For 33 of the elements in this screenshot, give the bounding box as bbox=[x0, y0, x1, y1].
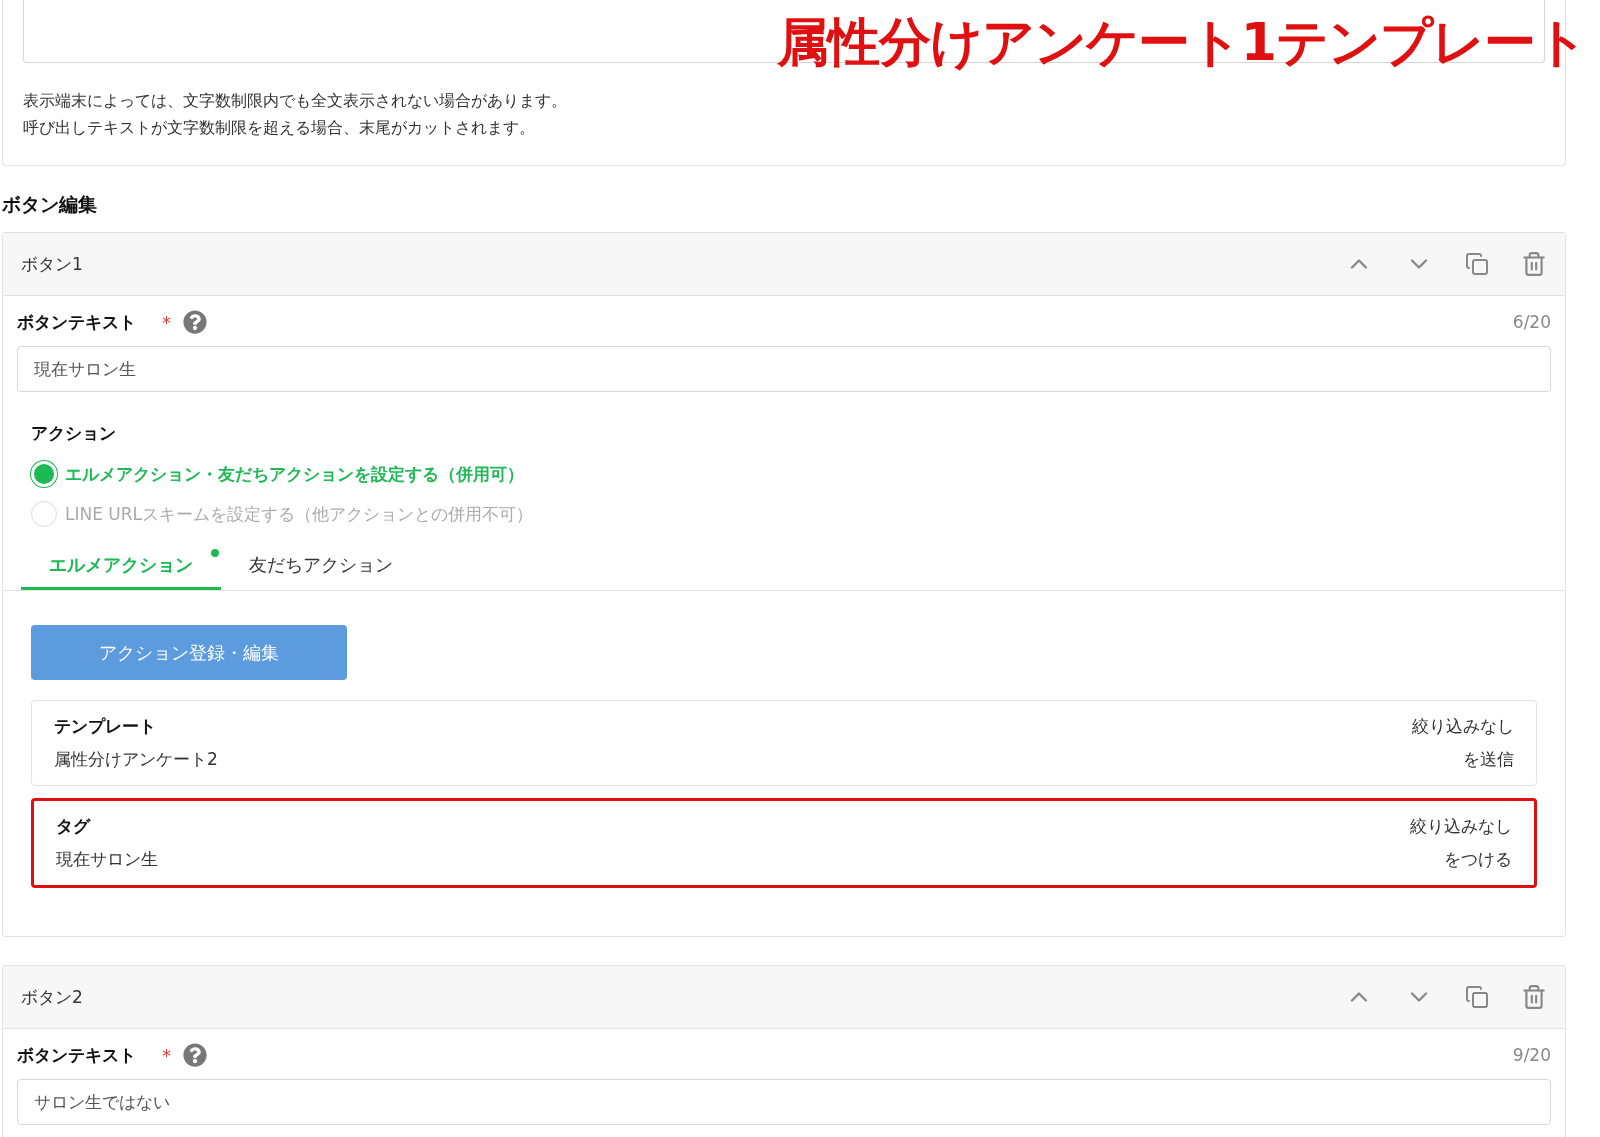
annotation-title: 属性分けアンケート1テンプレート bbox=[776, 11, 1587, 74]
action-tab[interactable]: 友だちアクション bbox=[221, 543, 421, 590]
field-label: ボタンテキスト bbox=[17, 1043, 136, 1067]
action-value: 現在サロン生 bbox=[56, 848, 159, 871]
trash-icon[interactable] bbox=[1521, 251, 1547, 277]
char-counter: 9/20 bbox=[1512, 1045, 1551, 1065]
radio-option[interactable]: エルメアクション・友だちアクションを設定する（併用可） bbox=[31, 461, 1537, 487]
action-edit-button[interactable]: アクション登録・編集 bbox=[31, 625, 347, 680]
copy-icon[interactable] bbox=[1465, 252, 1489, 276]
char-counter: 6/20 bbox=[1512, 312, 1551, 332]
help-icon[interactable] bbox=[183, 1043, 207, 1067]
action-type: タグ bbox=[56, 815, 92, 838]
action-tab[interactable]: エルメアクション bbox=[21, 543, 221, 590]
section-title: ボタン編集 bbox=[2, 192, 98, 217]
button-text-field[interactable]: サロン生ではない bbox=[17, 1079, 1551, 1125]
action-heading: アクション bbox=[31, 422, 117, 445]
field-label: ボタンテキスト bbox=[17, 310, 136, 334]
copy-icon[interactable] bbox=[1465, 985, 1489, 1009]
button-text-field[interactable]: 現在サロン生 bbox=[17, 346, 1551, 392]
required-mark: * bbox=[162, 1044, 171, 1066]
action-filter: 絞り込みなし bbox=[1412, 715, 1514, 738]
action-verb: を送信 bbox=[1462, 748, 1514, 771]
card-title: ボタン1 bbox=[21, 252, 84, 276]
card-title: ボタン2 bbox=[21, 985, 84, 1009]
trash-icon[interactable] bbox=[1521, 984, 1547, 1010]
required-mark: * bbox=[162, 311, 171, 333]
help-icon[interactable] bbox=[183, 310, 207, 334]
action-type: テンプレート bbox=[54, 715, 157, 738]
action-filter: 絞り込みなし bbox=[1410, 815, 1512, 838]
action-verb: をつける bbox=[1443, 848, 1512, 871]
note-text: 呼び出しテキストが文字数制限を超える場合、末尾がカットされます。 bbox=[23, 117, 536, 139]
action-value: 属性分けアンケート2 bbox=[54, 748, 219, 771]
note-text: 表示端末によっては、文字数制限内でも全文表示されない場合があります。 bbox=[23, 90, 568, 112]
